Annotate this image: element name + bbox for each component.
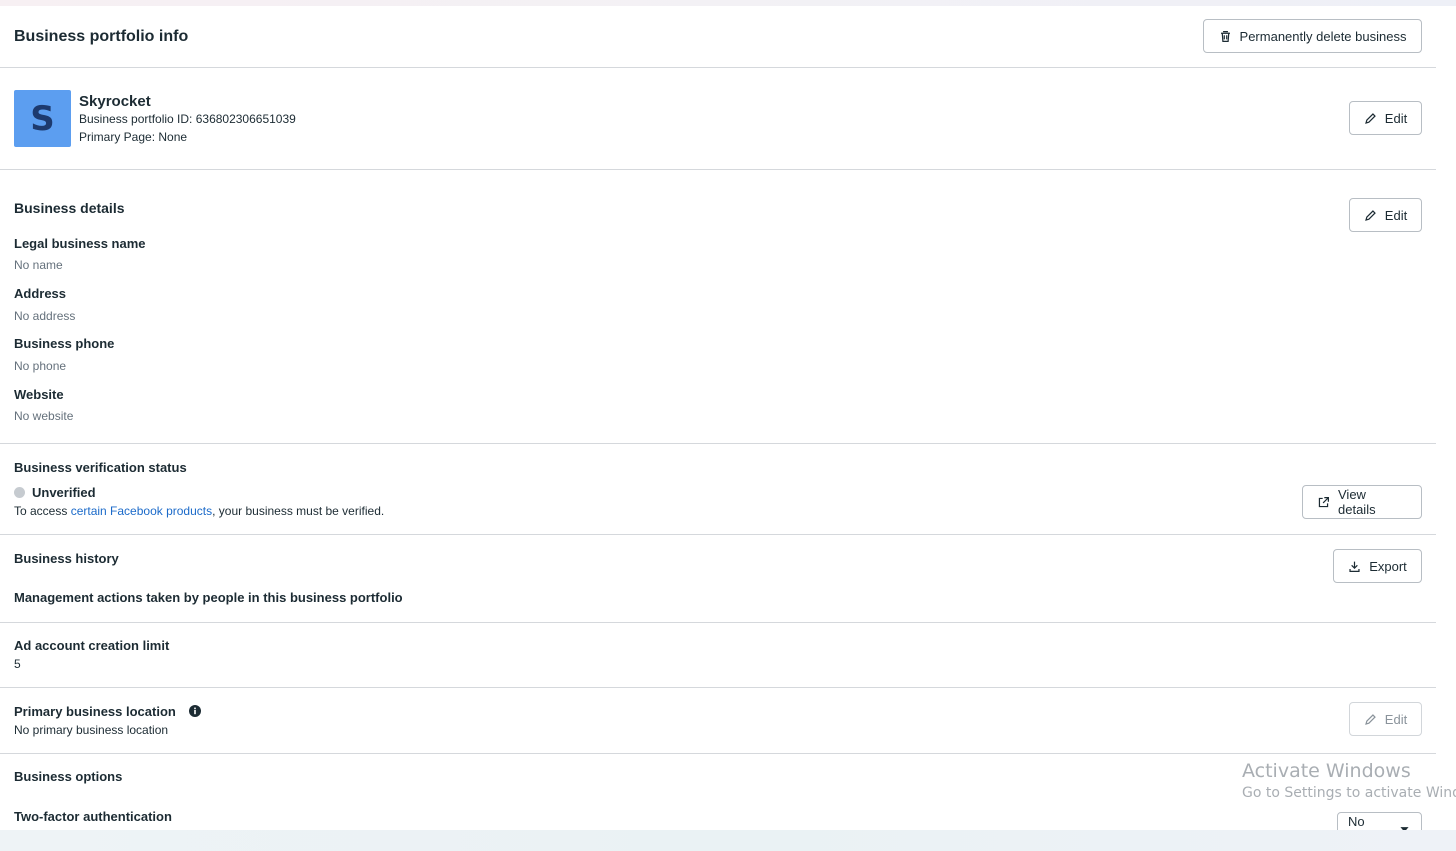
address-label: Address xyxy=(14,286,67,301)
edit-label: Edit xyxy=(1384,711,1408,727)
edit-business-details-button[interactable]: Edit xyxy=(1349,198,1422,232)
delete-button-label: Permanently delete business xyxy=(1239,28,1407,44)
edit-location-button[interactable]: Edit xyxy=(1349,702,1422,736)
primary-location-value: No primary business location xyxy=(14,723,169,737)
export-label: Export xyxy=(1369,558,1407,574)
external-link-icon xyxy=(1318,496,1329,507)
verification-note-suffix: , your business must be verified. xyxy=(212,504,385,518)
business-portfolio-info-panel: Business portfolio info Permanently dele… xyxy=(0,6,1436,830)
business-avatar: S xyxy=(14,90,71,147)
business-name: Skyrocket xyxy=(79,93,151,110)
ad-account-limit-value: 5 xyxy=(14,657,21,671)
pencil-icon xyxy=(1364,112,1376,124)
caret-down-icon xyxy=(1400,826,1409,830)
legal-business-name-value: No name xyxy=(14,258,63,272)
primary-location-title: Primary business location xyxy=(14,704,176,719)
edit-label: Edit xyxy=(1384,110,1408,126)
activate-windows-title: Activate Windows xyxy=(1242,760,1411,782)
export-button[interactable]: Export xyxy=(1333,549,1422,583)
business-history-title: Business history xyxy=(14,551,119,566)
verification-note-prefix: To access xyxy=(14,504,71,518)
bottom-gradient-strip xyxy=(0,830,1456,851)
address-value: No address xyxy=(14,309,76,323)
business-portfolio-id: Business portfolio ID: 636802306651039 xyxy=(79,112,296,126)
website-value: No website xyxy=(14,409,74,423)
avatar-letter: S xyxy=(30,98,55,139)
edit-label: Edit xyxy=(1384,207,1408,223)
primary-page: Primary Page: None xyxy=(79,130,188,144)
certain-facebook-products-link[interactable]: certain Facebook products xyxy=(71,504,212,518)
divider xyxy=(0,534,1436,535)
website-label: Website xyxy=(14,387,64,402)
verification-status-title: Business verification status xyxy=(14,460,187,475)
edit-profile-button[interactable]: Edit xyxy=(1349,101,1422,135)
two-factor-title: Two-factor authentication xyxy=(14,809,172,824)
view-details-label: View details xyxy=(1338,487,1376,517)
trash-icon xyxy=(1220,30,1230,42)
ad-account-limit-title: Ad account creation limit xyxy=(14,638,170,653)
divider xyxy=(0,753,1436,754)
business-phone-value: No phone xyxy=(14,359,67,373)
permanently-delete-business-button[interactable]: Permanently delete business xyxy=(1203,19,1422,53)
divider xyxy=(0,67,1436,68)
divider xyxy=(0,443,1436,444)
two-factor-select[interactable]: No one xyxy=(1337,812,1422,830)
business-options-title: Business options xyxy=(14,769,123,784)
divider xyxy=(0,622,1436,623)
business-details-title: Business details xyxy=(14,200,125,216)
info-icon[interactable] xyxy=(189,705,201,717)
two-factor-select-value: No one xyxy=(1348,814,1370,830)
view-details-button[interactable]: View details xyxy=(1302,485,1422,519)
verification-status-value: Unverified xyxy=(32,485,96,500)
verification-note: To access certain Facebook products, you… xyxy=(14,504,384,518)
business-phone-label: Business phone xyxy=(14,336,115,351)
activate-windows-subtitle: Go to Settings to activate Windows. xyxy=(1242,785,1456,801)
divider xyxy=(0,169,1436,170)
download-icon xyxy=(1349,561,1360,572)
divider xyxy=(0,687,1436,688)
status-dot-icon xyxy=(14,487,25,498)
pencil-icon xyxy=(1364,209,1376,221)
legal-business-name-label: Legal business name xyxy=(14,236,146,251)
page-title: Business portfolio info xyxy=(14,28,189,45)
business-history-subtitle: Management actions taken by people in th… xyxy=(14,590,403,605)
pencil-icon xyxy=(1364,713,1376,725)
